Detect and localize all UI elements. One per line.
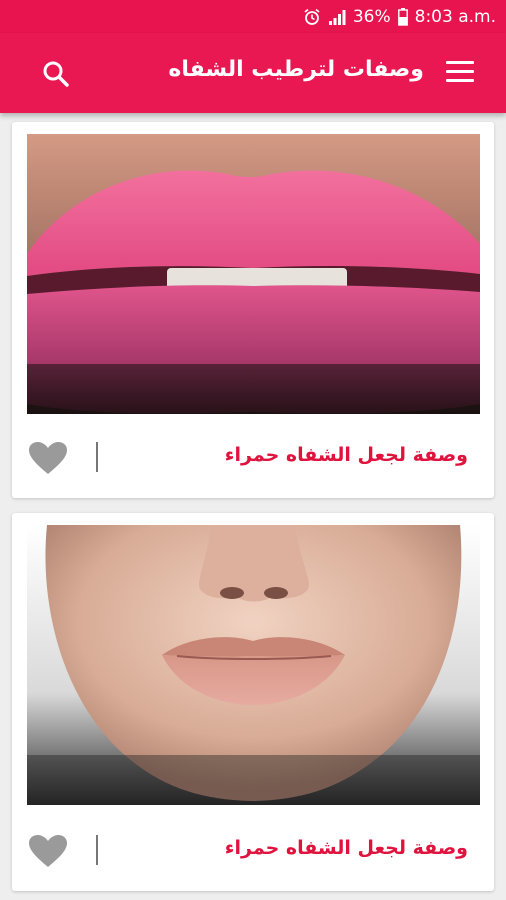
signal-bars-icon [328,9,346,25]
battery-icon [397,7,408,26]
card-title[interactable]: وصفة لجعل الشفاه حمراء [225,444,468,466]
app-bar: وصفات لترطيب الشفاه [0,33,506,113]
card-footer: وصفة لجعل الشفاه حمراء [12,807,494,891]
alarm-clock-icon [303,8,321,26]
heart-icon[interactable] [28,834,68,868]
pink-lips-photo[interactable] [27,134,480,414]
recipe-card[interactable]: وصفة لجعل الشفاه حمراء [12,513,494,891]
battery-percent: 36% [352,6,391,27]
heart-icon[interactable] [28,441,68,475]
status-time: 8:03 a.m. [414,6,496,27]
hamburger-menu-icon[interactable] [446,61,474,85]
search-icon[interactable] [42,60,70,88]
card-title[interactable]: وصفة لجعل الشفاه حمراء [225,837,468,859]
status-bar: 36% 8:03 a.m. [0,0,506,33]
divider [96,442,98,472]
app-title: وصفات لترطيب الشفاه [168,57,424,82]
recipe-card[interactable]: وصفة لجعل الشفاه حمراء [12,122,494,498]
natural-lips-face-photo[interactable] [27,525,480,805]
card-footer: وصفة لجعل الشفاه حمراء [12,414,494,498]
divider [96,835,98,865]
